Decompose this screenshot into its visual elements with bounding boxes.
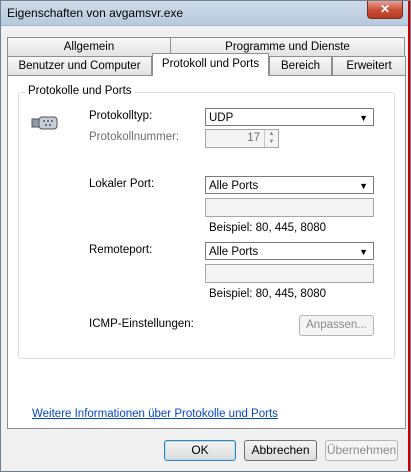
protocol-number-value: 17 (247, 132, 260, 144)
properties-window: Eigenschaften von avgamsvr.exe ✕ Allgeme… (0, 0, 411, 472)
apply-button[interactable]: Übernehmen (325, 440, 398, 461)
spin-down-icon[interactable]: ▼ (265, 138, 278, 146)
remote-port-label: Remoteport: (89, 244, 153, 256)
customize-button[interactable]: Anpassen... (299, 315, 374, 336)
local-port-field[interactable] (205, 198, 374, 217)
chevron-down-icon: ▼ (359, 247, 368, 257)
protocol-number-stepper[interactable]: 17 ▲ ▼ (205, 129, 279, 148)
remote-port-select[interactable]: Alle Ports ▼ (205, 242, 374, 260)
local-port-label: Lokaler Port: (89, 178, 155, 190)
remote-port-value: Alle Ports (209, 246, 259, 258)
tab-erweitert[interactable]: Erweitert (332, 56, 406, 75)
protocol-type-select[interactable]: UDP ▼ (205, 108, 374, 126)
local-port-value: Alle Ports (209, 180, 259, 192)
title-bar: Eigenschaften von avgamsvr.exe ✕ (1, 1, 410, 26)
tab-benutzer-und-computer[interactable]: Benutzer und Computer (7, 56, 152, 75)
local-port-example: Beispiel: 80, 445, 8080 (209, 222, 327, 234)
connector-icon (31, 116, 58, 130)
remote-port-example: Beispiel: 80, 445, 8080 (209, 288, 327, 300)
group-title: Protokolle und Ports (25, 85, 135, 97)
chevron-down-icon: ▼ (359, 113, 368, 123)
spin-buttons[interactable]: ▲ ▼ (264, 130, 278, 147)
spin-up-icon[interactable]: ▲ (265, 130, 278, 138)
close-button[interactable]: ✕ (367, 1, 403, 19)
tab-strip: Allgemein Programme und Dienste Benutzer… (7, 37, 406, 77)
window-edge (408, 1, 410, 471)
protocol-type-label: Protokolltyp: (89, 110, 153, 122)
more-info-link[interactable]: Weitere Informationen über Protokolle un… (32, 408, 278, 420)
protocol-type-value: UDP (209, 112, 234, 124)
local-port-select[interactable]: Alle Ports ▼ (205, 176, 374, 194)
icmp-settings-label: ICMP-Einstellungen: (89, 318, 194, 330)
tab-bereich[interactable]: Bereich (269, 56, 332, 75)
cancel-button[interactable]: Abbrechen (244, 440, 317, 461)
window-title: Eigenschaften von avgamsvr.exe (7, 6, 184, 20)
chevron-down-icon: ▼ (359, 181, 368, 191)
tab-allgemein[interactable]: Allgemein (7, 37, 171, 56)
protocol-number-label: Protokollnummer: (89, 131, 180, 143)
protocols-ports-group: Protokolle und Ports Protokolltyp: UDP ▼… (18, 85, 395, 359)
ok-button[interactable]: OK (164, 440, 236, 461)
tab-panel: Protokolle und Ports Protokolltyp: UDP ▼… (7, 75, 406, 429)
tab-protokoll-und-ports[interactable]: Protokoll und Ports (152, 53, 269, 76)
remote-port-field[interactable] (205, 264, 374, 283)
